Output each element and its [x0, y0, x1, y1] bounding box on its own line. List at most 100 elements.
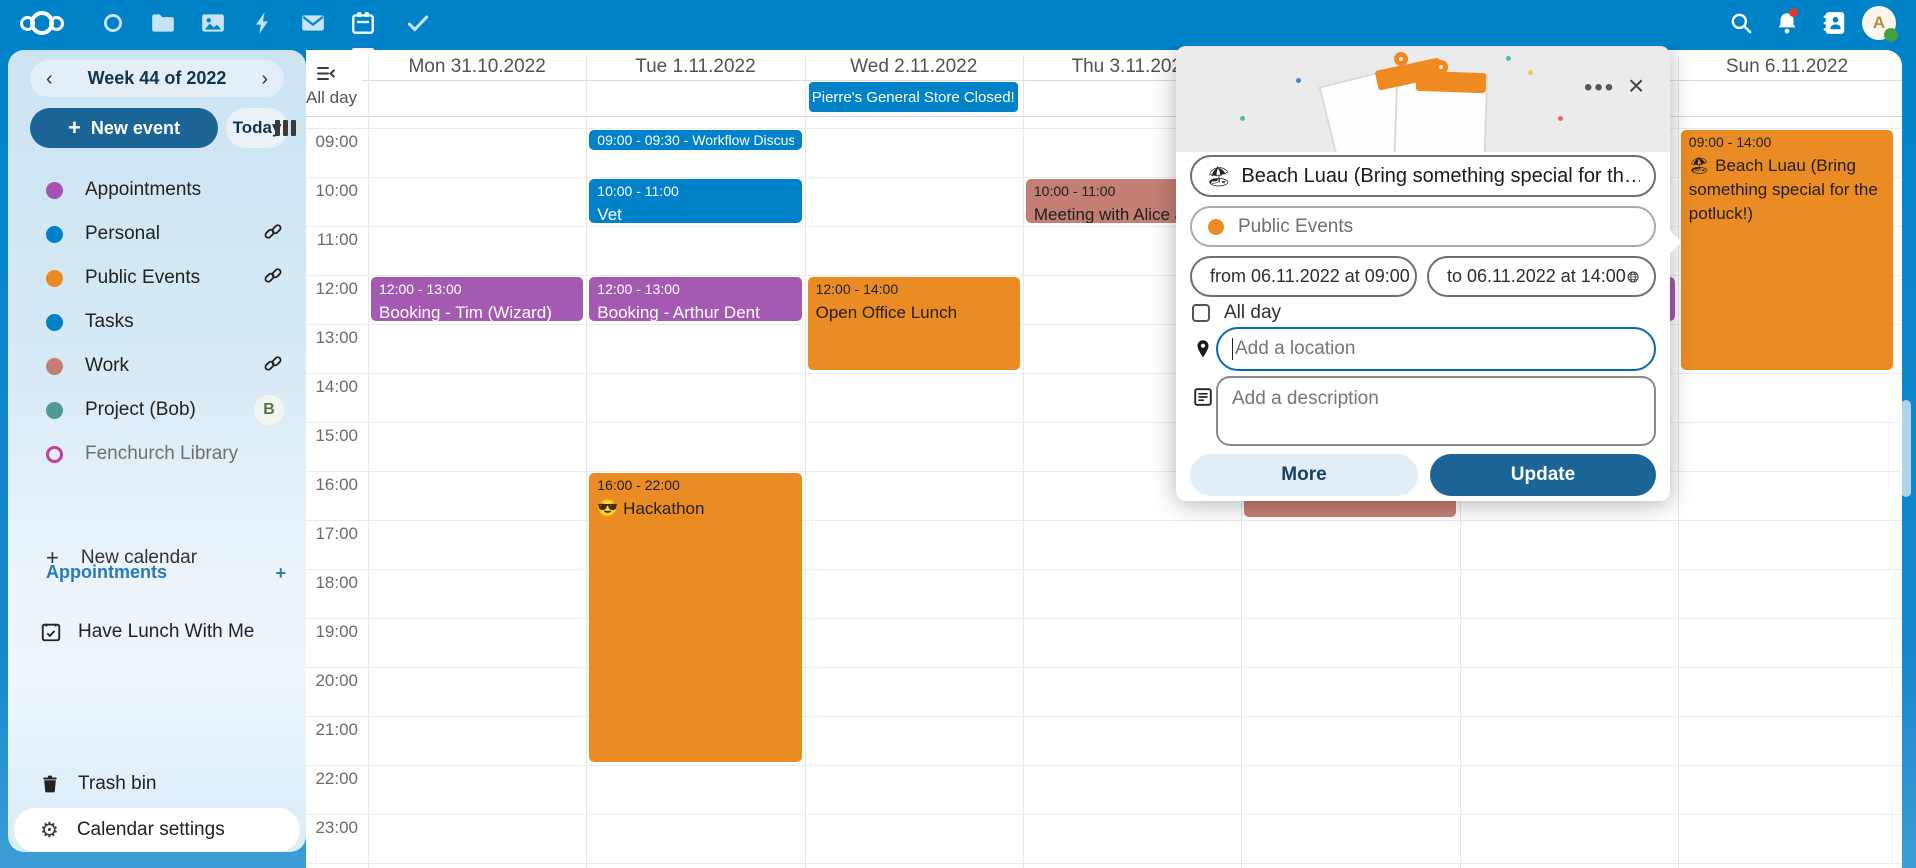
- calendar-check-icon: [40, 621, 62, 643]
- new-event-button[interactable]: + New event: [30, 108, 218, 148]
- activity-icon[interactable]: [250, 10, 276, 36]
- logo-circle: [30, 11, 54, 35]
- end-date-picker[interactable]: to 06.11.2022 at 14:00: [1427, 256, 1656, 297]
- event-time: 12:00 - 14:00: [816, 280, 1012, 299]
- appointments-section-header: Appointments +: [46, 562, 286, 583]
- calendar-settings-button[interactable]: ⚙ Calendar settings: [14, 808, 300, 852]
- update-button[interactable]: Update: [1430, 454, 1656, 496]
- event-title: Booking - Arthur Dent: [597, 301, 793, 321]
- sidebar-item-personal[interactable]: Personal: [8, 212, 306, 256]
- calendar-event[interactable]: 12:00 - 13:00Booking - Tim (Wizard): [371, 277, 583, 321]
- sidebar-item-project-bob[interactable]: Project (Bob)B: [8, 388, 306, 432]
- day-header: Sun 6.11.2022: [1678, 56, 1896, 80]
- time-axis-label: 13:00: [306, 328, 358, 348]
- share-link-icon[interactable]: [262, 265, 284, 292]
- all-day-checkbox-row[interactable]: All day: [1192, 302, 1281, 324]
- time-axis-label: 11:00: [306, 230, 358, 250]
- grid-hour-line: [306, 520, 1902, 521]
- new-event-label: New event: [91, 118, 180, 139]
- calendar-name: Fenchurch Library: [85, 443, 238, 465]
- calendar-event[interactable]: 12:00 - 13:00 Booking - Arthur Dent: [589, 277, 801, 321]
- next-week-button[interactable]: ›: [261, 69, 268, 89]
- close-icon[interactable]: ×: [1628, 72, 1644, 100]
- timezone-globe-icon[interactable]: [1626, 267, 1640, 287]
- online-status-dot: [1884, 28, 1898, 42]
- calendar-event[interactable]: 12:00 - 14:00Open Office Lunch: [808, 277, 1020, 370]
- contacts-icon[interactable]: [1822, 10, 1848, 36]
- calendar-name: Work: [85, 355, 129, 377]
- time-axis-label: 10:00: [306, 181, 358, 201]
- vertical-scrollbar[interactable]: [1901, 400, 1911, 497]
- allday-row-label: All day: [306, 88, 362, 108]
- sidebar-item-work[interactable]: Work: [8, 344, 306, 388]
- more-options-icon[interactable]: •••: [1584, 76, 1615, 100]
- header-divider: [362, 80, 1902, 81]
- start-date-picker[interactable]: from 06.11.2022 at 09:00: [1190, 256, 1417, 297]
- previous-week-button[interactable]: ‹: [46, 69, 53, 89]
- trash-bin-button[interactable]: Trash bin: [8, 762, 306, 806]
- beach-emoji-icon: 🏖: [1206, 164, 1231, 189]
- sidebar-item-public-events[interactable]: Public Events: [8, 256, 306, 300]
- event-title-value: Beach Luau (Bring something special for …: [1241, 165, 1640, 188]
- add-appointment-button[interactable]: +: [275, 564, 286, 582]
- sidebar-item-have-lunch-with-me[interactable]: Have Lunch With Me: [8, 610, 306, 654]
- time-axis-label: 21:00: [306, 720, 358, 740]
- sidebar-item-appointments[interactable]: Appointments: [8, 168, 306, 212]
- calendar-event[interactable]: 10:00 - 11:00Vet: [589, 179, 801, 223]
- tasks-icon[interactable]: [405, 10, 431, 36]
- time-axis-label: 19:00: [306, 622, 358, 642]
- location-placeholder: Add a location: [1235, 338, 1355, 360]
- view-mode-icon[interactable]: [271, 116, 300, 140]
- start-date-value: from 06.11.2022 at 09:00: [1210, 266, 1410, 287]
- grid-hour-line: [306, 716, 1902, 717]
- calendar-color-ring: [46, 446, 63, 463]
- collapse-sidebar-icon[interactable]: [314, 62, 338, 86]
- more-button[interactable]: More: [1190, 454, 1418, 496]
- grid-hour-line: [306, 863, 1902, 864]
- day-header: Tue 1.11.2022: [586, 56, 804, 80]
- calendar-color-dot: [46, 226, 63, 243]
- calendar-event[interactable]: 09:00 - 14:00🏖 Beach Luau (Bring somethi…: [1681, 130, 1893, 370]
- time-axis-label: 09:00: [306, 132, 358, 152]
- event-title: 😎 Hackathon: [597, 497, 793, 521]
- mail-icon[interactable]: [300, 10, 326, 36]
- time-axis-label: 17:00: [306, 524, 358, 544]
- calendar-picker-select[interactable]: Public Events: [1190, 206, 1656, 247]
- event-title-input[interactable]: 🏖 Beach Luau (Bring something special fo…: [1190, 155, 1656, 197]
- end-date-value: to 06.11.2022 at 14:00: [1447, 266, 1626, 287]
- calendar-sidebar: ‹ Week 44 of 2022 › + New event Today Ap…: [8, 50, 306, 852]
- share-link-icon[interactable]: [262, 221, 284, 248]
- calendar-picker-value: Public Events: [1238, 216, 1353, 238]
- files-icon[interactable]: [150, 10, 176, 36]
- location-input[interactable]: Add a location: [1216, 327, 1656, 371]
- event-time: 12:00 - 13:00: [597, 280, 793, 299]
- event-title: Vet: [597, 203, 793, 223]
- allday-event[interactable]: Pierre's General Store Closed!: [809, 82, 1018, 112]
- nextcloud-logo-icon[interactable]: [20, 8, 92, 38]
- grid-hour-line: [306, 765, 1902, 766]
- description-textarea[interactable]: Add a description: [1216, 376, 1656, 446]
- dashboard-icon[interactable]: [100, 10, 126, 36]
- grid-hour-line: [306, 618, 1902, 619]
- time-axis-label: 20:00: [306, 671, 358, 691]
- calendar-event[interactable]: 09:00 - 09:30 - Workflow Discussion: [589, 130, 801, 150]
- calendar-app-icon[interactable]: [350, 10, 376, 36]
- search-icon[interactable]: [1728, 10, 1754, 36]
- event-time: 12:00 - 13:00: [379, 280, 575, 299]
- all-day-label: All day: [1224, 302, 1281, 324]
- sidebar-item-fenchurch-library[interactable]: Fenchurch Library: [8, 432, 306, 476]
- all-day-checkbox[interactable]: [1192, 304, 1210, 322]
- calendar-color-dot: [46, 358, 63, 375]
- calendar-list: Appointments Personal Public Events Tasks Wo…: [8, 168, 306, 476]
- appointments-heading: Appointments: [46, 562, 167, 583]
- day-header: Wed 2.11.2022: [805, 56, 1023, 80]
- calendar-event[interactable]: 16:00 - 22:00😎 Hackathon: [589, 473, 801, 762]
- share-link-icon[interactable]: [262, 353, 284, 380]
- photos-icon[interactable]: [200, 10, 226, 36]
- calendar-name: Personal: [85, 223, 160, 245]
- grid-hour-line: [306, 667, 1902, 668]
- description-placeholder: Add a description: [1232, 388, 1379, 409]
- sidebar-item-tasks[interactable]: Tasks: [8, 300, 306, 344]
- grid-hour-line: [306, 569, 1902, 570]
- calendar-name: Public Events: [85, 267, 200, 289]
